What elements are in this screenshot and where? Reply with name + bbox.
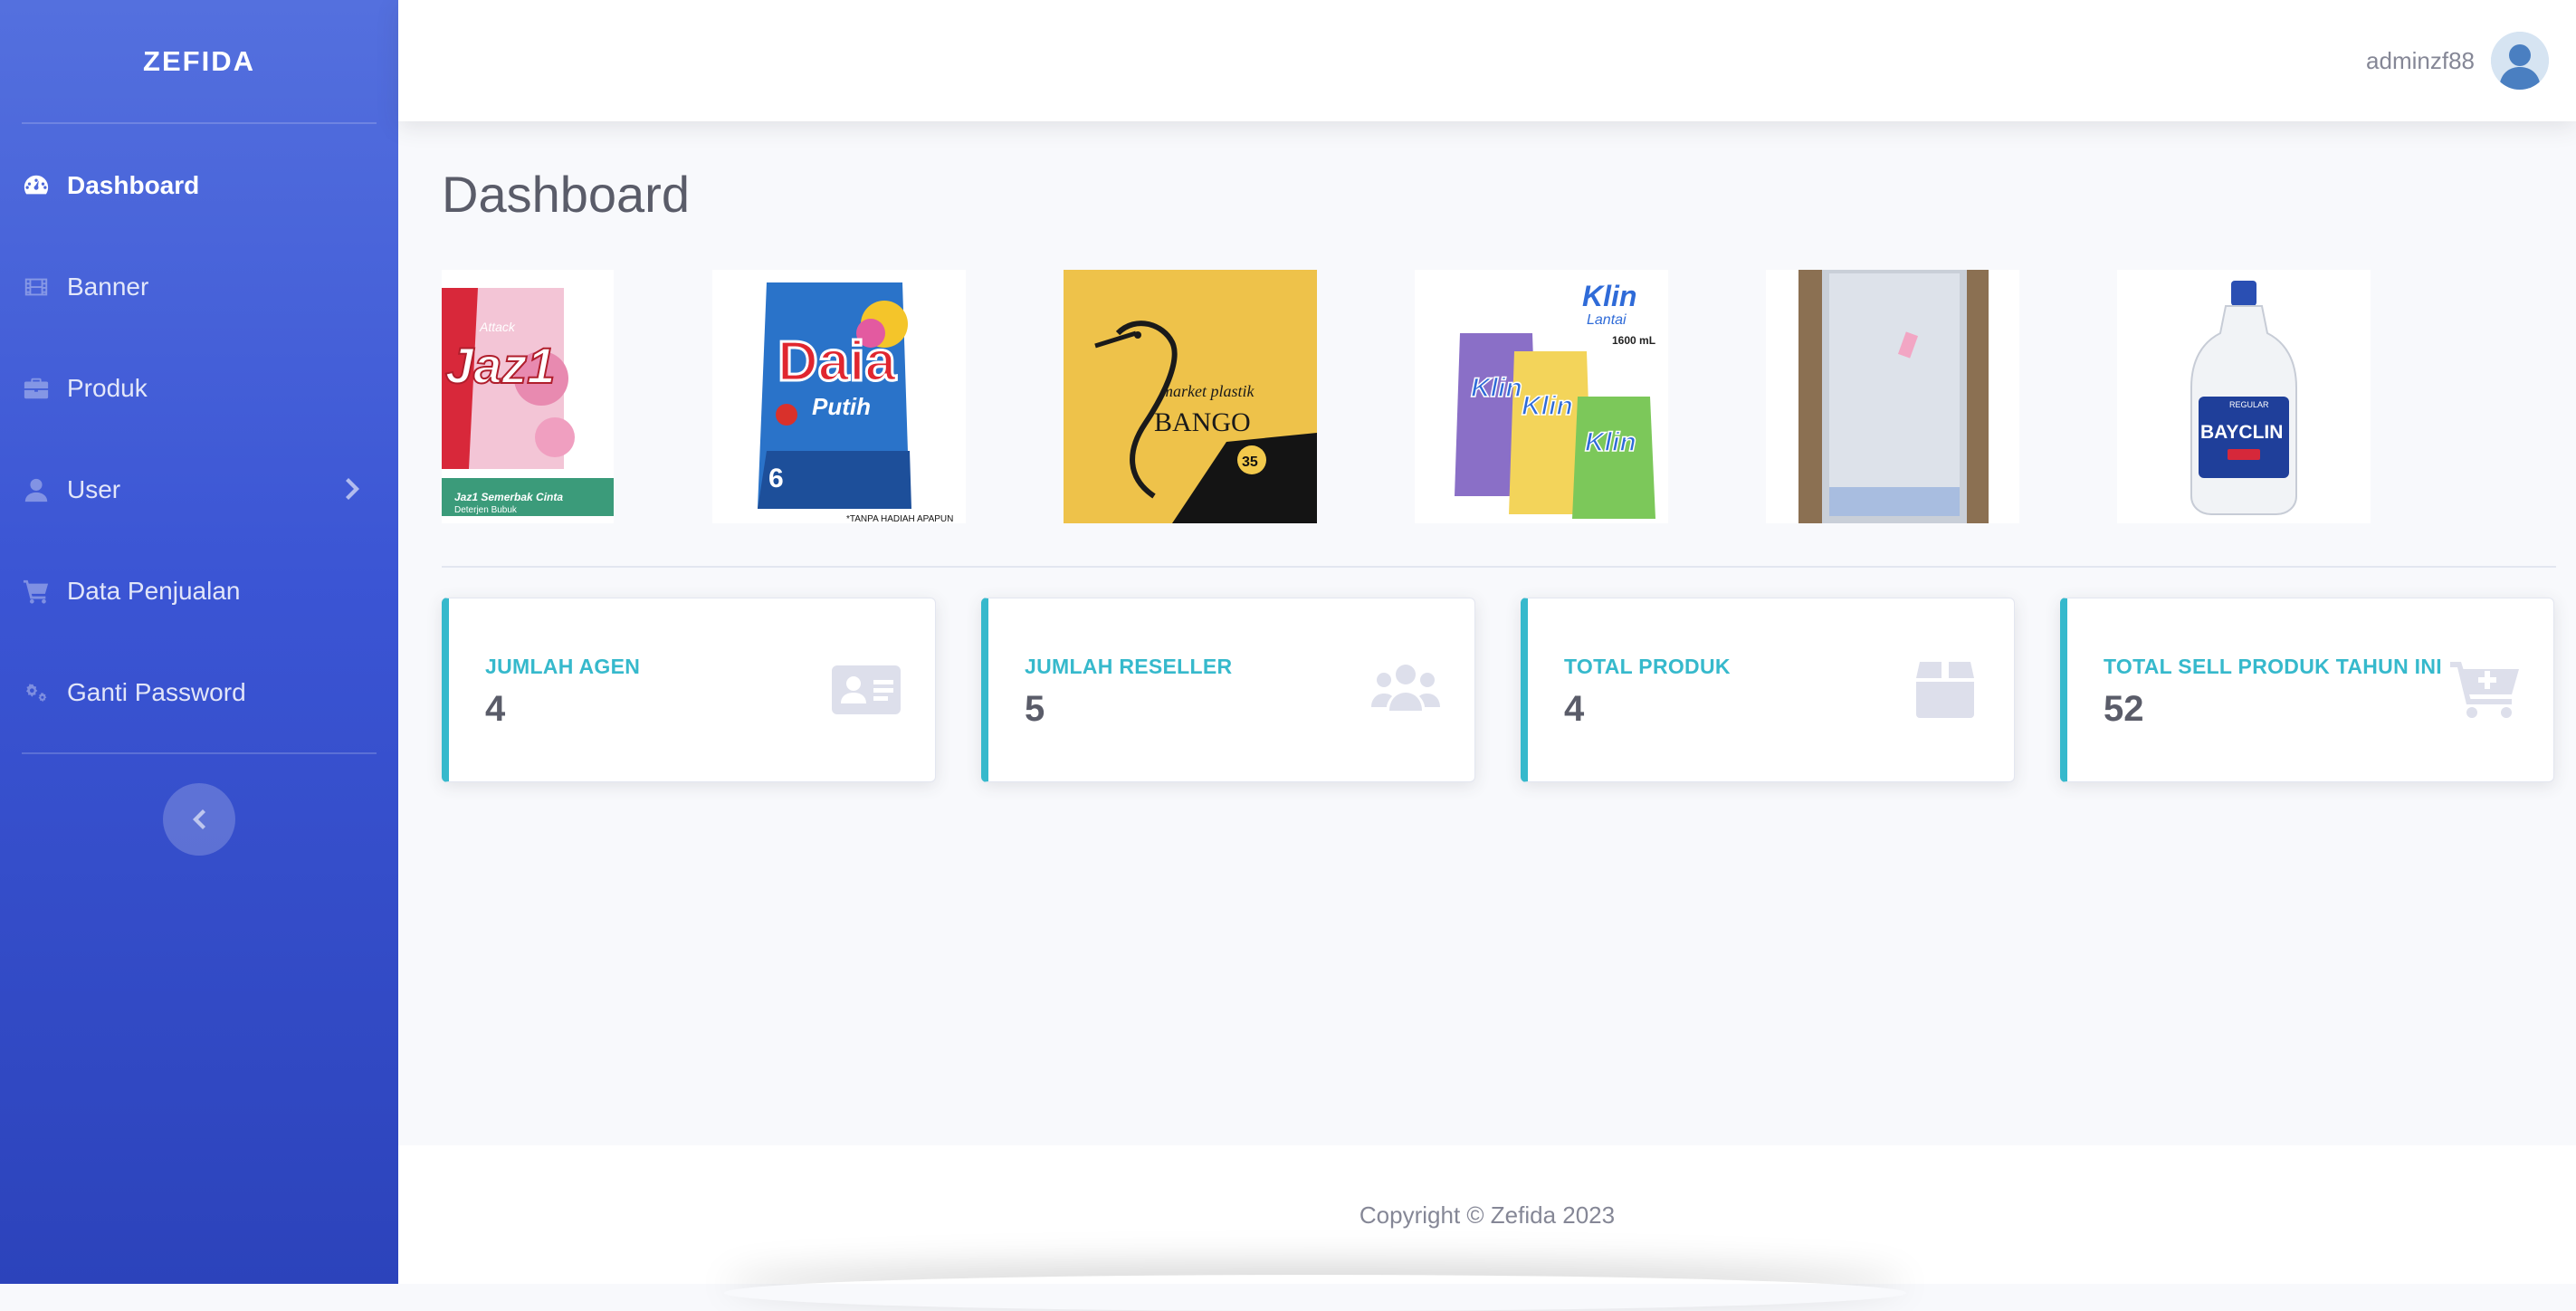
sidebar-item-label: Produk: [67, 374, 148, 402]
sidebar-item-label: User: [67, 475, 121, 503]
chevron-right-icon: [344, 475, 364, 502]
sidebar-item-ganti-password[interactable]: Ganti Password: [0, 642, 398, 743]
cart-plus-icon: [2450, 660, 2519, 720]
username: adminzf88: [2366, 46, 2475, 74]
stat-cards: JUMLAH AGEN 4 JUMLAH RESELLER 5 TOTAL PR…: [442, 598, 2556, 784]
banner-carousel[interactable]: Jaz1 Semerbak Cinta Deterjen Bubuk Attac…: [442, 270, 2556, 525]
banner-image-soklin-lantai[interactable]: Klin Klin Klin Klin Lantai 1600 mL: [1415, 270, 1668, 523]
banner-text: BAYCLIN: [2200, 422, 2283, 443]
card-value: 52: [2104, 689, 2144, 729]
topbar: adminzf88: [398, 0, 2576, 121]
banner-text: Klin: [1585, 427, 1636, 457]
sidebar-item-produk[interactable]: Produk: [0, 338, 398, 439]
sidebar-item-dashboard[interactable]: Dashboard: [0, 135, 398, 236]
card-value: 4: [485, 689, 506, 729]
user-icon: [22, 475, 51, 504]
sidebar-item-user[interactable]: User: [0, 439, 398, 541]
banner-text: Daia: [778, 330, 896, 393]
card-label: JUMLAH AGEN: [485, 655, 641, 678]
brand-logo[interactable]: ZEFIDA: [0, 0, 398, 122]
user-dropdown[interactable]: adminzf88: [2366, 29, 2549, 92]
banner-image-bango[interactable]: market plastik BANGO 35: [1064, 270, 1317, 523]
banner-text: BANGO: [1154, 407, 1251, 437]
sidebar-divider: [22, 752, 377, 754]
footer: Copyright © Zefida 2023: [398, 1145, 2576, 1284]
sidebar-item-label: Banner: [67, 273, 149, 301]
banner-text: Deterjen Bubuk: [454, 505, 518, 515]
banner-text: Putih: [812, 393, 871, 420]
banner-text: *TANPA HADIAH APAPUN: [846, 514, 953, 523]
sidebar: ZEFIDA Dashboard Banner Produk User Data…: [0, 0, 398, 1284]
content-divider: [442, 566, 2556, 568]
film-icon: [22, 273, 51, 301]
user-avatar-icon: [2491, 32, 2549, 90]
banner-text: 35: [1242, 455, 1258, 470]
card-label: TOTAL PRODUK: [1564, 655, 1731, 678]
sidebar-toggle-wrap: [0, 783, 398, 856]
cart-icon: [22, 577, 51, 606]
sidebar-item-label: Ganti Password: [67, 678, 246, 706]
sidebar-toggle-button[interactable]: [163, 783, 235, 856]
page-title: Dashboard: [442, 166, 690, 223]
banner-text: Attack: [479, 320, 516, 334]
banner-text: Lantai: [1587, 312, 1627, 328]
copyright-text: Copyright © Zefida 2023: [1359, 1201, 1616, 1229]
banner-image-daia[interactable]: Daia Putih 6 *TANPA HADIAH APAPUN: [712, 270, 966, 523]
card-jumlah-agen: JUMLAH AGEN 4: [442, 598, 936, 782]
tachometer-icon: [22, 171, 51, 200]
sidebar-item-label: Dashboard: [67, 171, 200, 199]
banner-text: Klin: [1522, 391, 1573, 421]
card-jumlah-reseller: JUMLAH RESELLER 5: [981, 598, 1475, 782]
briefcase-icon: [22, 374, 51, 403]
footer-shadow: [724, 1275, 1906, 1311]
banner-text: Klin: [1582, 280, 1636, 312]
card-total-sell-produk: TOTAL SELL PRODUK TAHUN INI 52: [2060, 598, 2554, 782]
banner-image-plastic-sheet[interactable]: [1766, 270, 2019, 523]
card-total-produk: TOTAL PRODUK 4: [1521, 598, 2015, 782]
card-label: JUMLAH RESELLER: [1025, 655, 1233, 678]
box-icon: [1911, 660, 1980, 720]
banner-text: market plastik: [1161, 382, 1255, 400]
cogs-icon: [22, 678, 51, 707]
banner-text: Jaz1: [445, 337, 555, 394]
id-card-icon: [832, 660, 901, 720]
sidebar-nav: Dashboard Banner Produk User Data Penjua…: [0, 124, 398, 752]
card-value: 4: [1564, 689, 1585, 729]
card-value: 5: [1025, 689, 1045, 729]
banner-image-attack-jaz1[interactable]: Jaz1 Semerbak Cinta Deterjen Bubuk Attac…: [442, 270, 614, 523]
banner-text: Klin: [1471, 373, 1522, 403]
chevron-left-icon: [193, 809, 205, 829]
banner-text: 1600 mL: [1612, 334, 1655, 347]
users-icon: [1371, 660, 1440, 720]
banner-text: 6: [768, 464, 784, 493]
banner-text: Jaz1 Semerbak Cinta: [454, 491, 563, 503]
sidebar-item-label: Data Penjualan: [67, 577, 241, 605]
sidebar-item-banner[interactable]: Banner: [0, 236, 398, 338]
banner-image-bayclin[interactable]: REGULAR BAYCLIN: [2117, 270, 2371, 523]
sidebar-item-data-penjualan[interactable]: Data Penjualan: [0, 541, 398, 642]
card-label: TOTAL SELL PRODUK TAHUN INI: [2104, 655, 2442, 678]
banner-text: REGULAR: [2229, 400, 2269, 409]
